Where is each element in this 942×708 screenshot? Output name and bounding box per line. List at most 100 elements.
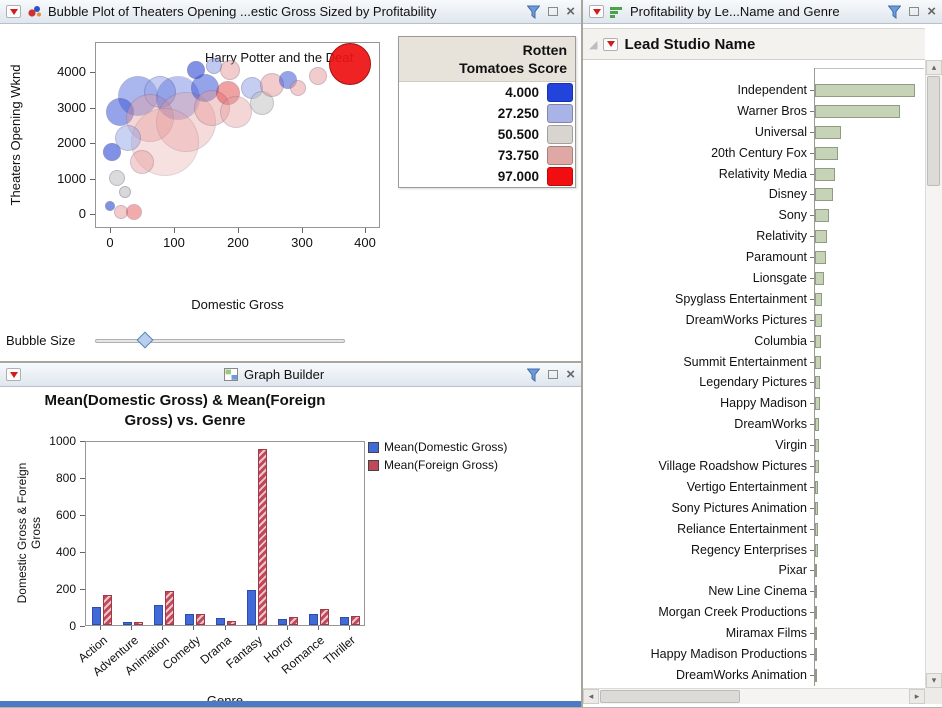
bubble-mark[interactable] — [220, 96, 252, 128]
red-triangle-menu-icon[interactable] — [603, 38, 618, 51]
studio-bar[interactable] — [815, 168, 835, 181]
studio-bar[interactable] — [815, 376, 820, 389]
bubble-mark[interactable] — [290, 80, 306, 96]
bubble-mark[interactable] — [109, 170, 125, 186]
domestic-gross-bar[interactable] — [309, 614, 318, 625]
legend-title-line2: Tomatoes Score — [407, 59, 567, 77]
maximize-icon[interactable] — [548, 370, 558, 379]
red-triangle-menu-icon[interactable] — [589, 5, 604, 18]
studio-row: DreamWorks — [583, 414, 925, 435]
axis-tick — [810, 550, 814, 551]
studio-bar[interactable] — [815, 564, 817, 577]
legend-swatch — [547, 125, 573, 144]
domestic-gross-bar[interactable] — [216, 618, 225, 625]
studio-bar[interactable] — [815, 439, 819, 452]
filter-icon[interactable] — [888, 5, 901, 19]
domestic-gross-bar[interactable] — [123, 622, 132, 625]
collapse-icon[interactable]: ◢ — [589, 38, 597, 51]
foreign-gross-bar[interactable] — [320, 609, 329, 625]
studio-bar[interactable] — [815, 585, 817, 598]
axis-tick — [810, 612, 814, 613]
domestic-gross-bar[interactable] — [92, 607, 101, 625]
horizontal-scrollbar-thumb[interactable] — [600, 690, 740, 703]
rotten-tomatoes-legend: Rotten Tomatoes Score 4.00027.25050.5007… — [398, 36, 576, 188]
studio-bar[interactable] — [815, 397, 820, 410]
domestic-gross-bar[interactable] — [247, 590, 256, 625]
bubble-mark[interactable] — [119, 186, 131, 198]
legend-entry[interactable]: 97.000 — [399, 166, 575, 187]
studio-bar[interactable] — [815, 105, 900, 118]
legend-entry[interactable]: 73.750 — [399, 145, 575, 166]
maximize-icon[interactable] — [909, 7, 919, 16]
studio-bar[interactable] — [815, 418, 819, 431]
studio-bar[interactable] — [815, 356, 821, 369]
bubble-mark[interactable] — [187, 61, 205, 79]
legend-item[interactable]: Mean(Foreign Gross) — [368, 458, 507, 472]
studio-bar[interactable] — [815, 209, 829, 222]
studio-label: Lionsgate — [583, 268, 807, 289]
foreign-gross-bar[interactable] — [258, 449, 267, 625]
horizontal-scrollbar[interactable]: ◂ ▸ — [583, 688, 925, 704]
foreign-gross-bar[interactable] — [103, 595, 112, 625]
bubble-mark[interactable] — [103, 143, 121, 161]
studio-label: Paramount — [583, 247, 807, 268]
studio-bar[interactable] — [815, 272, 824, 285]
graph-builder-icon — [224, 368, 238, 381]
studio-row: 20th Century Fox — [583, 143, 925, 164]
filter-icon[interactable] — [527, 368, 540, 382]
legend-entry[interactable]: 27.250 — [399, 103, 575, 124]
studio-bar[interactable] — [815, 84, 915, 97]
bubble-mark[interactable] — [309, 67, 327, 85]
close-icon[interactable]: × — [566, 367, 575, 382]
studio-bar[interactable] — [815, 335, 821, 348]
bubble-mark[interactable] — [329, 43, 371, 85]
genre-chart-plot-area[interactable] — [85, 441, 365, 626]
y-tick-label: 1000 — [42, 171, 86, 186]
studio-bar[interactable] — [815, 481, 818, 494]
foreign-gross-bar[interactable] — [134, 622, 143, 625]
studio-bar[interactable] — [815, 293, 822, 306]
foreign-gross-bar[interactable] — [165, 591, 174, 625]
studio-bar[interactable] — [815, 460, 819, 473]
studio-bar[interactable] — [815, 544, 818, 557]
legend-item[interactable]: Mean(Domestic Gross) — [368, 440, 507, 454]
foreign-gross-bar[interactable] — [351, 616, 360, 625]
x-tick-mark — [162, 626, 163, 630]
legend-entry[interactable]: 4.000 — [399, 82, 575, 103]
red-triangle-menu-icon[interactable] — [6, 368, 21, 381]
scroll-right-icon[interactable]: ▸ — [909, 689, 925, 704]
studio-bar[interactable] — [815, 230, 827, 243]
bubble-mark[interactable] — [220, 60, 240, 80]
domestic-gross-bar[interactable] — [278, 619, 287, 625]
studio-bar[interactable] — [815, 251, 826, 264]
studio-bar[interactable] — [815, 627, 817, 640]
vertical-scrollbar[interactable]: ▴ ▾ — [925, 60, 942, 688]
domestic-gross-bar[interactable] — [185, 614, 194, 625]
scroll-left-icon[interactable]: ◂ — [583, 689, 599, 704]
studio-bar[interactable] — [815, 606, 817, 619]
close-icon[interactable]: × — [927, 4, 936, 19]
bubble-mark[interactable] — [126, 204, 142, 220]
scroll-down-icon[interactable]: ▾ — [926, 673, 942, 688]
studio-bar[interactable] — [815, 502, 818, 515]
studio-bar[interactable] — [815, 188, 833, 201]
studio-bar[interactable] — [815, 147, 838, 160]
studio-bar[interactable] — [815, 523, 818, 536]
legend-value: 73.750 — [401, 148, 547, 163]
bubble-size-slider-track[interactable] — [95, 339, 345, 343]
scroll-up-icon[interactable]: ▴ — [926, 60, 942, 75]
domestic-gross-bar[interactable] — [340, 617, 349, 625]
studio-bar[interactable] — [815, 669, 817, 682]
bubble-x-axis-label: Domestic Gross — [95, 297, 380, 312]
axis-tick — [810, 424, 814, 425]
domestic-gross-bar[interactable] — [154, 605, 163, 625]
studio-bar[interactable] — [815, 648, 817, 661]
foreign-gross-bar[interactable] — [289, 617, 298, 625]
foreign-gross-bar[interactable] — [227, 621, 236, 625]
legend-entry[interactable]: 50.500 — [399, 124, 575, 145]
studio-bar[interactable] — [815, 126, 841, 139]
bubble-mark[interactable] — [130, 150, 154, 174]
vertical-scrollbar-thumb[interactable] — [927, 76, 940, 186]
foreign-gross-bar[interactable] — [196, 614, 205, 625]
studio-bar[interactable] — [815, 314, 822, 327]
